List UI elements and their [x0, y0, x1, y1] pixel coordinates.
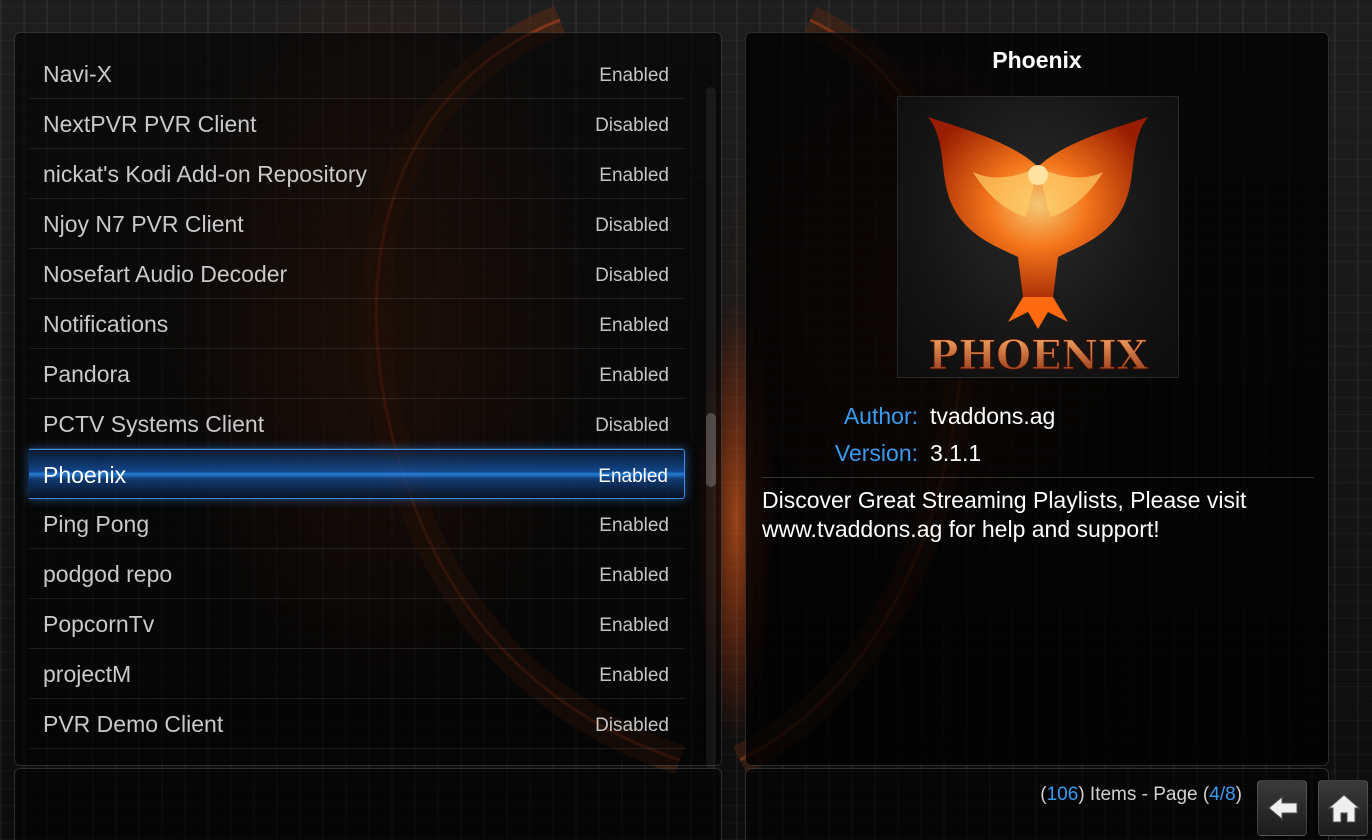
- home-button[interactable]: [1318, 780, 1368, 836]
- scrollbar[interactable]: [706, 87, 716, 769]
- addon-name: Notifications: [43, 311, 169, 337]
- addon-name: Njoy N7 PVR Client: [43, 211, 244, 237]
- addon-list-item[interactable]: podgod repo Enabled: [29, 549, 685, 599]
- addon-status: Disabled: [595, 265, 669, 286]
- addon-status: Enabled: [599, 365, 669, 386]
- addon-list-item[interactable]: NextPVR PVR Client Disabled: [29, 99, 685, 149]
- addon-description: Discover Great Streaming Playlists, Plea…: [762, 487, 1247, 542]
- scrollbar-thumb[interactable]: [706, 413, 716, 487]
- divider: [762, 477, 1314, 478]
- current-page: 4: [1209, 784, 1220, 805]
- version-label: Version:: [834, 440, 918, 466]
- items-page-text: ) Items - Page (: [1078, 784, 1210, 805]
- addon-list-item[interactable]: Notifications Enabled: [29, 299, 685, 349]
- addon-list-item[interactable]: Njoy N7 PVR Client Disabled: [29, 199, 685, 249]
- addon-thumbnail: PHOENIX: [897, 96, 1179, 378]
- addon-status: Disabled: [595, 415, 669, 436]
- addon-name: podgod repo: [43, 561, 173, 587]
- addon-name: Nosefart Audio Decoder: [43, 261, 288, 287]
- total-pages: 8: [1225, 784, 1236, 805]
- back-button[interactable]: [1257, 780, 1307, 836]
- addon-list-item[interactable]: PCTV Systems Client Disabled: [29, 399, 685, 449]
- addon-status: Enabled: [599, 315, 669, 336]
- addon-list-item[interactable]: PVR Demo Client Disabled: [29, 699, 685, 749]
- addon-status: Disabled: [595, 115, 669, 136]
- addon-name: Ping Pong: [43, 511, 150, 537]
- addon-name: Navi-X: [43, 61, 113, 87]
- item-count: 106: [1046, 784, 1079, 805]
- paren-close: ): [1235, 784, 1242, 805]
- thumbnail-logo-text: PHOENIX: [928, 332, 1148, 377]
- footer-left-panel: [14, 768, 722, 840]
- addon-name: PVR Demo Client: [43, 711, 224, 737]
- addon-status: Disabled: [595, 715, 669, 736]
- back-arrow-icon: [1268, 795, 1298, 821]
- addon-list-item[interactable]: nickat's Kodi Add-on Repository Enabled: [29, 149, 685, 199]
- home-icon: [1327, 794, 1361, 823]
- addon-title: Phoenix: [992, 47, 1082, 73]
- addon-status: Enabled: [599, 565, 669, 586]
- addon-name: projectM: [43, 661, 132, 687]
- addon-list-item[interactable]: Ping Pong Enabled: [29, 499, 685, 549]
- addon-list-item[interactable]: Phoenix Enabled: [29, 449, 685, 499]
- addon-list-panel: Navi-X Enabled NextPVR PVR Client Disabled n…: [14, 32, 722, 769]
- addon-name: PopcornTv: [43, 611, 155, 637]
- author-value: tvaddons.ag: [930, 403, 1056, 429]
- addon-status: Disabled: [595, 215, 669, 236]
- phoenix-logo-image: PHOENIX: [928, 117, 1148, 377]
- addon-list-item[interactable]: projectM Enabled: [29, 649, 685, 699]
- addon-name: NextPVR PVR Client: [43, 111, 257, 137]
- addon-name: Pandora: [43, 361, 130, 387]
- addon-list-item[interactable]: Nosefart Audio Decoder Disabled: [29, 249, 685, 299]
- addon-status: Enabled: [599, 165, 669, 186]
- addon-info-panel: Phoenix PHOENIX Author: tvaddons.ag Vers…: [745, 32, 1329, 766]
- addon-status: Enabled: [598, 466, 668, 487]
- addon-status: Enabled: [599, 65, 669, 86]
- addon-status: Enabled: [599, 665, 669, 686]
- addon-name: nickat's Kodi Add-on Repository: [43, 161, 368, 187]
- addon-list-item[interactable]: Navi-X Enabled: [29, 49, 685, 99]
- addon-name: Phoenix: [43, 462, 127, 488]
- version-value: 3.1.1: [930, 440, 982, 466]
- addon-list-item[interactable]: PopcornTv Enabled: [29, 599, 685, 649]
- page-info: (106) Items - Page (4/8): [1040, 784, 1242, 806]
- addon-name: PCTV Systems Client: [43, 411, 265, 437]
- author-label: Author:: [843, 403, 918, 429]
- addon-status: Enabled: [599, 515, 669, 536]
- addon-status: Enabled: [599, 615, 669, 636]
- addon-list-item[interactable]: Pandora Enabled: [29, 349, 685, 399]
